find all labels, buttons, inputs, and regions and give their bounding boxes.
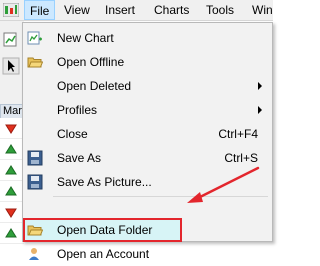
menu-item-label: Open Deleted [57,79,132,93]
menu-item-label: Open Data Folder [57,223,153,237]
menu-separator [53,196,268,197]
symbol-row[interactable] [0,223,24,244]
symbol-row[interactable] [0,202,24,223]
toolbar-cursor-icon[interactable] [2,57,20,75]
menu-file[interactable]: File [24,0,56,20]
menu-item-label: Profiles [57,103,98,117]
menu-tools[interactable]: Tools [201,0,239,20]
menu-item-label: Save As Picture... [57,175,152,189]
left-panel: Mar Sy [0,21,24,244]
new-chart-icon [27,31,42,45]
menu-item-open-offline[interactable]: Open Offline [23,50,272,74]
arrow-down-icon [5,208,17,218]
menu-item-shortcut: Ctrl+F4 [218,127,258,141]
menu-item-save-as[interactable]: Save As Ctrl+S [23,146,272,170]
arrow-up-icon [5,144,17,154]
arrow-up-icon [5,165,17,175]
menu-item-save-as-picture[interactable]: Save As Picture... [23,170,272,194]
arrow-down-icon [5,124,17,134]
menu-insert[interactable]: Insert [100,0,140,20]
menu-view[interactable]: View [59,0,95,20]
app-icon [3,3,19,17]
submenu-arrow-icon [258,82,262,90]
arrow-up-icon [5,186,17,196]
symbol-row[interactable] [0,118,24,139]
floppy-disk-icon [27,150,43,166]
market-watch-tab[interactable]: Mar [0,104,24,119]
menu-item-label: New Chart [57,31,114,45]
symbol-row[interactable] [0,160,24,181]
file-menu-dropdown: New Chart Open Offline Open Deleted Prof… [22,22,273,261]
menu-item-new-chart[interactable]: New Chart [23,26,272,50]
menu-charts[interactable]: Charts [149,0,194,20]
toolbar-new-chart-icon[interactable] [2,31,20,49]
menu-item-close[interactable]: Close Ctrl+F4 [23,122,272,146]
menu-item-open-an-account[interactable]: Open an Account [23,242,272,266]
menu-item-shortcut: Ctrl+S [224,151,258,165]
menu-item-label: Open Offline [57,55,125,69]
menu-item-label: Open an Account [57,247,150,261]
menu-bar: File View Insert Charts Tools Win [0,0,273,21]
open-folder-icon [27,57,43,68]
symbol-row[interactable] [0,139,24,160]
open-folder-icon [27,225,43,236]
arrow-up-icon [5,228,17,238]
menu-item-label: Save As [57,151,102,165]
submenu-arrow-icon [258,106,262,114]
symbol-row[interactable] [0,181,24,202]
menu-item-open-deleted[interactable]: Open Deleted [23,74,272,98]
account-icon [29,248,39,260]
save-picture-icon [27,174,43,190]
menu-item-label: Close [57,127,88,141]
menu-item-open-data-folder[interactable]: Open Data Folder [23,218,272,242]
menu-item-profiles[interactable]: Profiles [23,98,272,122]
menu-window[interactable]: Win [247,0,278,20]
